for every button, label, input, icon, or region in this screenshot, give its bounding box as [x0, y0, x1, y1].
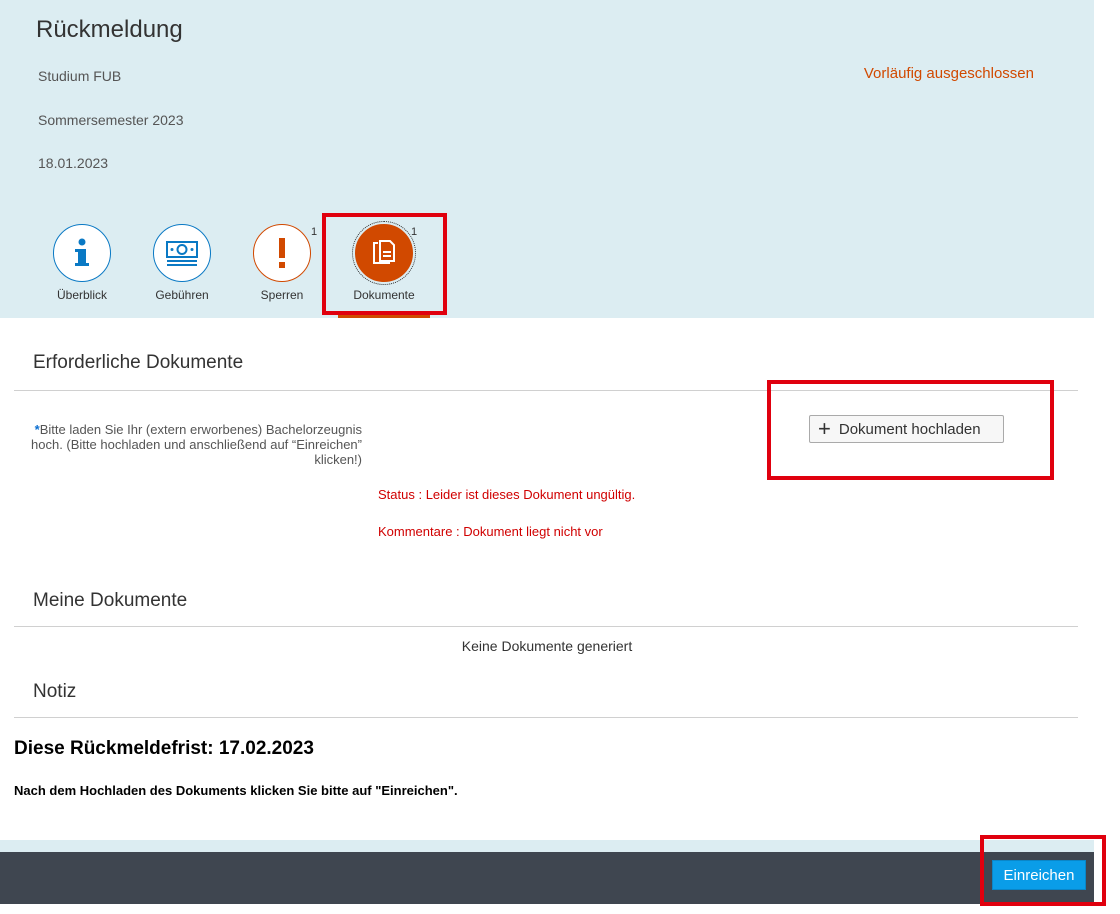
section-title-note: Notiz [33, 681, 77, 702]
money-icon [153, 224, 211, 282]
tab-ueberblick[interactable]: Überblick [37, 218, 127, 302]
deadline-text: Diese Rückmeldefrist: 17.02.2023 [14, 738, 314, 759]
required-document-text: Bitte laden Sie Ihr (extern erworbenes) … [31, 422, 362, 467]
tab-label: Sperren [260, 288, 304, 302]
submit-button[interactable]: Einreichen [992, 860, 1086, 890]
page-title: Rückmeldung [36, 16, 183, 43]
tab-label: Dokumente [353, 288, 415, 302]
divider [14, 717, 1078, 718]
required-document-description: *Bitte laden Sie Ihr (extern erworbenes)… [30, 422, 362, 467]
tab-sperren[interactable]: 1 Sperren [237, 218, 327, 302]
tab-count-badge: 1 [411, 226, 418, 238]
footer-separator [0, 840, 1094, 852]
tab-label: Gebühren [155, 288, 209, 302]
divider [14, 626, 1078, 627]
program-label: Studium FUB [38, 68, 122, 84]
selected-tab-indicator [338, 315, 430, 318]
document-comment: Kommentare : Dokument liegt nicht vor [378, 524, 603, 539]
section-title-my-documents: Meine Dokumente [33, 590, 188, 611]
divider [14, 390, 1078, 391]
upload-button-label: Dokument hochladen [838, 420, 981, 438]
document-icon [352, 221, 416, 285]
tab-count-badge: 1 [311, 226, 318, 238]
tab-gebuehren[interactable]: Gebühren [137, 218, 227, 302]
status-badge: Vorläufig ausgeschlossen [863, 65, 1034, 82]
info-icon [53, 224, 111, 282]
empty-documents-text: Keine Dokumente generiert [461, 638, 633, 654]
icon-tab-bar: Überblick Gebühren 1 Sperren 1 Dokumente [0, 218, 600, 318]
upload-document-button[interactable]: + Dokument hochladen [809, 415, 1004, 443]
footer-toolbar [0, 852, 1094, 904]
document-status: Status : Leider ist dieses Dokument ungü… [378, 487, 636, 502]
object-header: Rückmeldung Studium FUB Sommersemester 2… [0, 0, 1094, 318]
plus-icon: + [818, 416, 831, 441]
tab-label: Überblick [56, 288, 107, 302]
upload-hint-text: Nach dem Hochladen des Dokuments klicken… [14, 783, 458, 798]
section-title-required-documents: Erforderliche Dokumente [33, 352, 244, 373]
date-label: 18.01.2023 [38, 155, 109, 171]
exclamation-icon [253, 224, 311, 282]
semester-label: Sommersemester 2023 [38, 112, 184, 128]
tab-dokumente[interactable]: 1 Dokumente [339, 218, 429, 302]
